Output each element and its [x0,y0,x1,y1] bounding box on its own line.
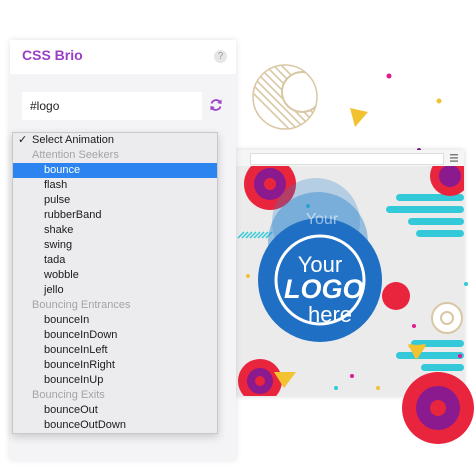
dropdown-option[interactable]: jello [13,283,217,298]
dropdown-option[interactable]: pulse [13,193,217,208]
dropdown-option[interactable]: wobble [13,268,217,283]
beige-ring-decoration [431,302,463,334]
dropdown-option[interactable]: shake [13,223,217,238]
panel-title: CSS Brio [22,47,83,63]
help-icon[interactable]: ? [214,50,227,63]
dropdown-option[interactable]: swing [13,238,217,253]
dropdown-option[interactable]: bounceIn [13,313,217,328]
dropdown-option[interactable]: bounceOutDown [13,418,217,433]
target-decoration-bottom-right [402,372,474,444]
dropdown-selected-label: Select Animation [32,134,114,146]
dropdown-group-label: Bouncing Entrances [32,299,131,311]
dropdown-option[interactable]: bounceInLeft [13,343,217,358]
dropdown-option[interactable]: rubberBand [13,208,217,223]
dropdown-option[interactable]: tada [13,253,217,268]
dropdown-option[interactable]: bounceInUp [13,373,217,388]
dropdown-option[interactable]: bounceOut [13,403,217,418]
selector-input[interactable]: #logo [22,92,202,120]
dropdown-selected-option[interactable]: ✓ Select Animation [13,133,217,148]
animation-dropdown[interactable]: ✓ Select Animation Attention Seekers boun… [12,132,218,434]
dropdown-option[interactable]: bounce [13,163,217,178]
dropdown-option-list: Attention Seekers bounce flash pulse rubberB… [13,148,217,433]
refresh-icon[interactable] [209,98,223,112]
dropdown-option[interactable]: flash [13,178,217,193]
dropdown-option[interactable]: bounceInDown [13,328,217,343]
dropdown-option[interactable]: bounceInRight [13,358,217,373]
checkmark-icon: ✓ [18,134,28,146]
dropdown-group-label: Attention Seekers [32,149,119,161]
dropdown-group-label: Bouncing Exits [32,389,105,401]
